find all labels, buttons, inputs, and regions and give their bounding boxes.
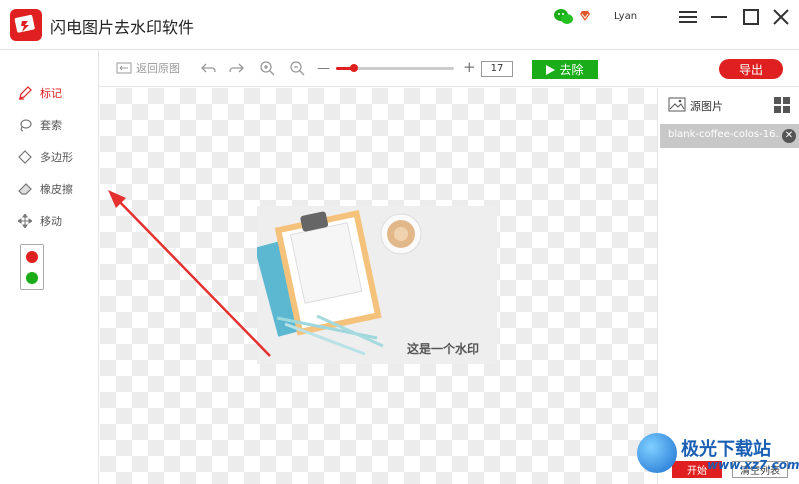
green-color-dot[interactable] bbox=[26, 272, 38, 284]
pen-icon bbox=[19, 86, 32, 100]
source-panel-header: 源图片 bbox=[658, 88, 799, 122]
restore-label: 返回原图 bbox=[136, 62, 180, 75]
source-panel-title: 源图片 bbox=[690, 100, 723, 113]
site-watermark: 极光下载站 www.xz7.com bbox=[637, 433, 799, 484]
tool-label: 套索 bbox=[40, 119, 62, 132]
file-name: blank-coffee-colos-16... bbox=[668, 129, 780, 140]
remove-file-icon[interactable]: ✕ bbox=[782, 129, 796, 143]
redo-icon[interactable] bbox=[229, 59, 245, 77]
export-button[interactable]: 导出 bbox=[719, 59, 783, 79]
zoom-slider[interactable] bbox=[336, 64, 454, 72]
image-canvas[interactable]: 这是一个水印 bbox=[100, 88, 657, 484]
app-logo bbox=[10, 9, 42, 41]
zoom-slider-knob[interactable] bbox=[349, 64, 358, 72]
tool-move[interactable]: 移动 bbox=[18, 212, 62, 230]
annotation-arrow bbox=[108, 190, 271, 357]
tool-label: 标记 bbox=[40, 87, 62, 100]
tool-panel: 标记 套索 多边形 橡皮擦 移动 bbox=[0, 50, 99, 484]
zoom-plus-button[interactable]: + bbox=[463, 58, 476, 76]
close-icon[interactable] bbox=[769, 6, 793, 28]
move-icon bbox=[18, 214, 32, 228]
maximize-icon[interactable] bbox=[739, 6, 763, 28]
red-color-dot[interactable] bbox=[26, 251, 38, 263]
site-logo-icon bbox=[637, 433, 677, 473]
tool-eraser[interactable]: 橡皮擦 bbox=[18, 180, 73, 198]
undo-icon[interactable] bbox=[200, 59, 216, 77]
zoom-minus-button[interactable]: — bbox=[317, 59, 330, 77]
zoom-out-icon[interactable] bbox=[289, 59, 305, 77]
zoom-in-icon[interactable] bbox=[259, 59, 275, 77]
tool-lasso[interactable]: 套索 bbox=[18, 116, 62, 134]
menu-icon[interactable] bbox=[676, 6, 700, 28]
tool-mark[interactable]: 标记 bbox=[18, 84, 62, 102]
eraser-icon bbox=[18, 183, 32, 195]
grid-view-icon[interactable] bbox=[774, 97, 790, 113]
color-picker bbox=[20, 244, 44, 290]
minimize-icon[interactable] bbox=[707, 6, 731, 28]
wechat-icon[interactable] bbox=[553, 8, 575, 26]
zoom-value-input[interactable]: 17 bbox=[481, 61, 513, 77]
lasso-icon bbox=[20, 119, 32, 132]
tool-label: 移动 bbox=[40, 215, 62, 228]
toolbar: 返回原图 — + 17 去除 导出 bbox=[99, 50, 799, 87]
file-list-item[interactable]: blank-coffee-colos-16... ✕ bbox=[660, 124, 799, 148]
site-url: www.xz7.com bbox=[707, 458, 799, 472]
remove-label: 去除 bbox=[559, 63, 584, 77]
restore-original-button[interactable]: 返回原图 bbox=[116, 59, 180, 77]
image-icon bbox=[668, 97, 686, 112]
tool-polygon[interactable]: 多边形 bbox=[18, 148, 73, 166]
restore-icon bbox=[116, 62, 132, 74]
play-icon bbox=[546, 64, 556, 75]
tool-label: 多边形 bbox=[40, 151, 73, 164]
app-title: 闪电图片去水印软件 bbox=[50, 18, 195, 37]
source-panel: 源图片 blank-coffee-colos-16... ✕ 开始 清空列表 bbox=[657, 88, 799, 484]
remove-watermark-button[interactable]: 去除 bbox=[532, 60, 598, 79]
title-bar: 闪电图片去水印软件 Lyan bbox=[0, 0, 799, 50]
username[interactable]: Lyan bbox=[614, 11, 637, 22]
tool-label: 橡皮擦 bbox=[40, 183, 73, 196]
vip-icon[interactable] bbox=[579, 10, 591, 22]
polygon-icon bbox=[18, 150, 32, 164]
